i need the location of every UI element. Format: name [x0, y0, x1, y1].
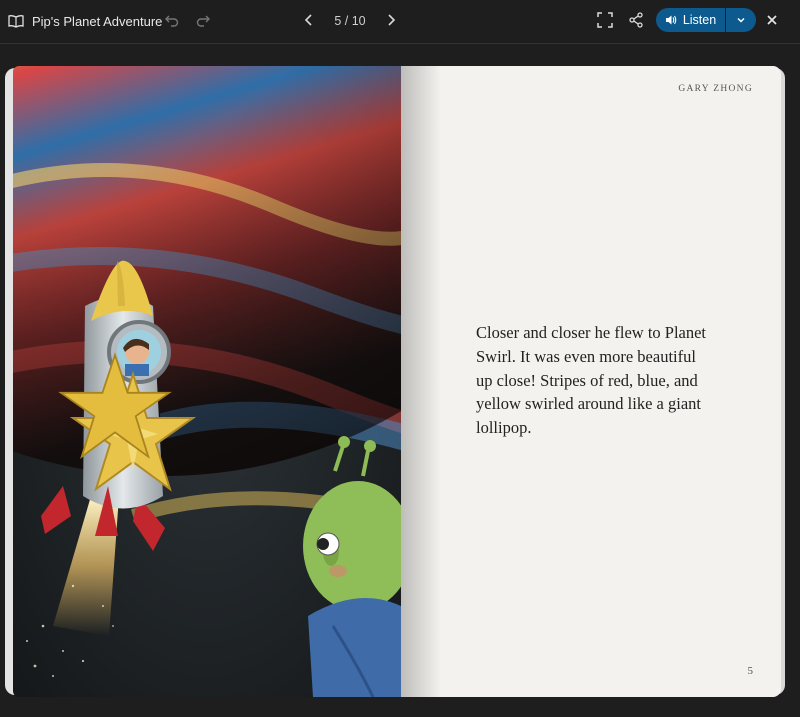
listen-button[interactable]: Listen [656, 8, 725, 32]
open-book-icon [8, 15, 24, 28]
share-icon [629, 12, 643, 28]
author-name: GARY ZHONG [678, 84, 753, 94]
fullscreen-button[interactable] [594, 9, 616, 31]
previous-page-button[interactable] [298, 9, 320, 31]
redo-icon [196, 15, 210, 27]
listen-label: Listen [682, 13, 717, 27]
share-button[interactable] [625, 9, 647, 31]
top-bar: Pip's Planet Adventure 5 / 10 Listen [0, 0, 800, 44]
undo-icon [165, 15, 179, 27]
book-title-text: Pip's Planet Adventure [32, 13, 163, 29]
close-button[interactable] [761, 9, 783, 31]
listen-options-button[interactable] [726, 8, 756, 32]
chevron-right-icon [388, 14, 396, 26]
story-text: Closer and closer he flew to Planet Swir… [476, 323, 707, 438]
speaker-icon [665, 15, 677, 25]
book-title: Pip's Planet Adventure [8, 11, 162, 31]
redo-button[interactable] [192, 9, 214, 31]
page-number: 5 [747, 665, 754, 677]
chevron-down-icon [737, 17, 745, 23]
open-book: GARY ZHONG Closer and closer he flew to … [5, 66, 785, 697]
next-page-button[interactable] [380, 9, 402, 31]
page-indicator: 5 / 10 [334, 14, 366, 28]
close-icon [767, 15, 777, 25]
right-page[interactable]: GARY ZHONG Closer and closer he flew to … [401, 66, 781, 697]
undo-button[interactable] [161, 9, 183, 31]
page-gutter-shadow [401, 66, 441, 697]
left-page-illustration[interactable] [13, 66, 401, 697]
chevron-left-icon [304, 14, 312, 26]
fullscreen-icon [597, 12, 613, 28]
rocket-and-alien-illustration [13, 66, 401, 697]
reader-app: Pip's Planet Adventure 5 / 10 Listen GAR… [0, 0, 800, 717]
